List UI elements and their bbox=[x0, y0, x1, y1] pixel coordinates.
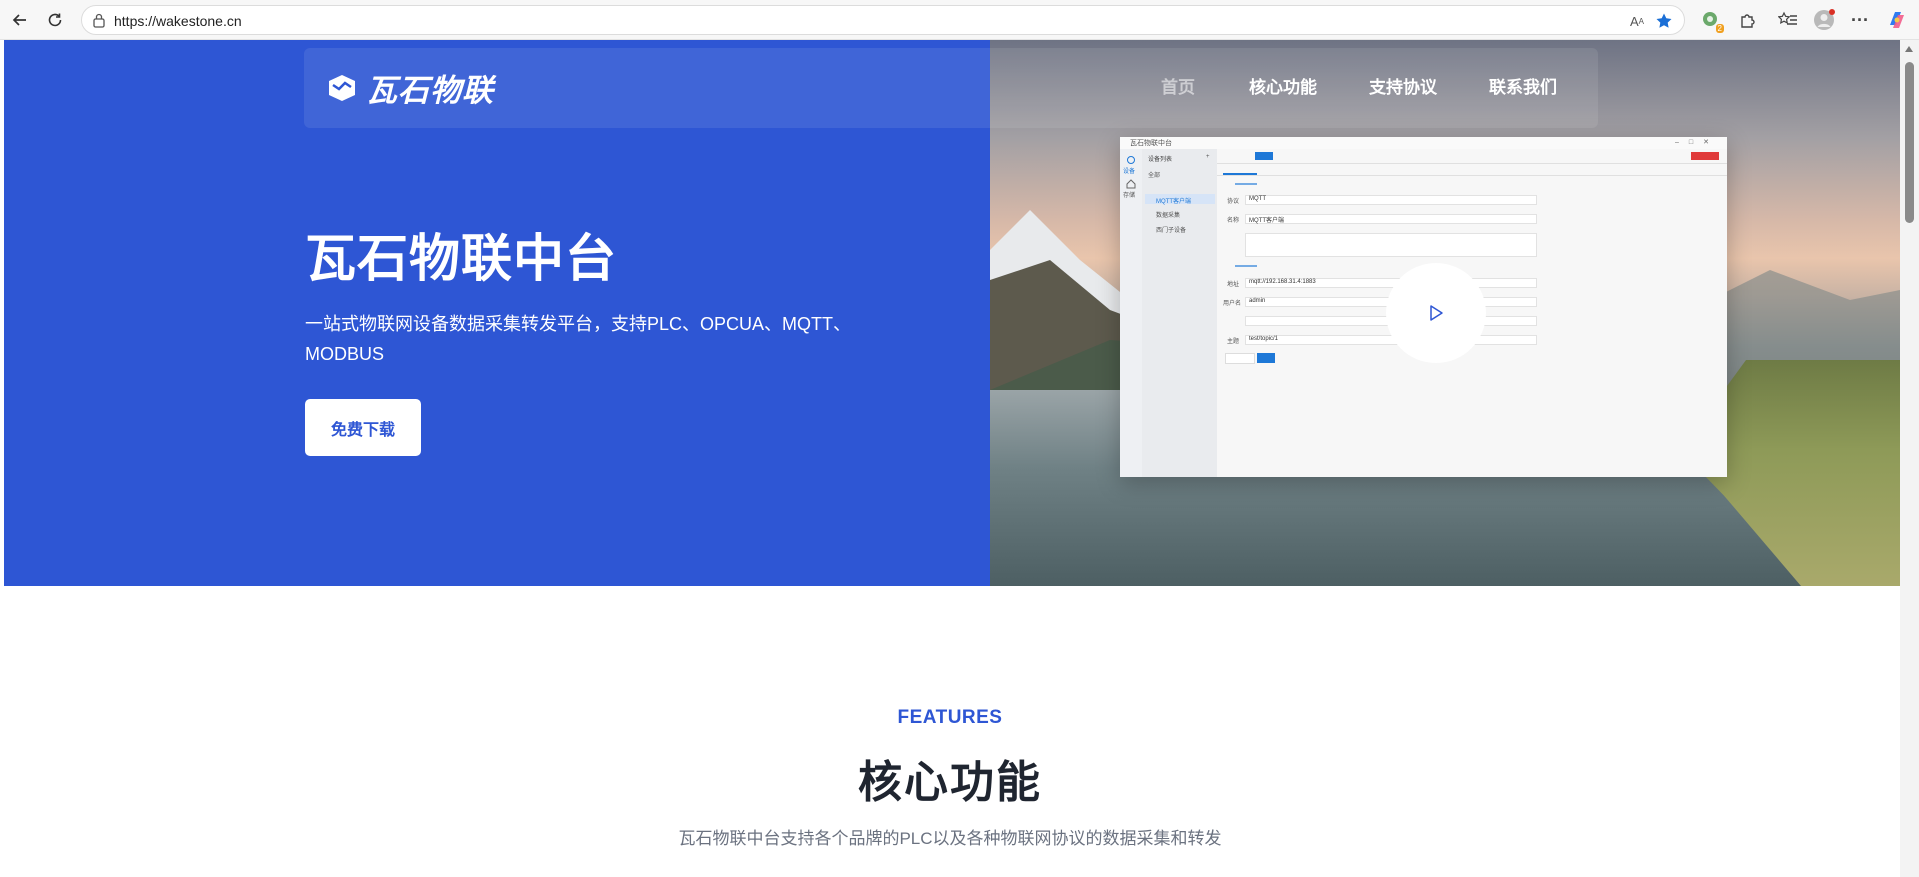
preview-field-label: 协议 bbox=[1227, 199, 1240, 205]
preview-rail: 设备 存储 bbox=[1120, 149, 1142, 477]
preview-rail-item: 存储 bbox=[1123, 193, 1136, 199]
preview-field-value: admin bbox=[1249, 298, 1266, 304]
preview-field-input bbox=[1245, 214, 1537, 224]
back-arrow-icon bbox=[12, 14, 26, 26]
favorite-star-icon[interactable] bbox=[1654, 11, 1674, 31]
features-tag: FEATURES bbox=[897, 707, 1003, 728]
favorites-list-icon[interactable] bbox=[1777, 9, 1799, 31]
hero-section: 瓦石物联中台 –□✕ 设备 存储 设备列表 + 全部 MQTT客户端 数据采集 … bbox=[4, 40, 1900, 586]
preview-red-button bbox=[1691, 152, 1719, 160]
extension-badge-icon[interactable]: 2 bbox=[1700, 9, 1724, 33]
preview-blue-button bbox=[1255, 152, 1273, 160]
preview-section-marker bbox=[1235, 183, 1257, 185]
scroll-up-arrow-icon[interactable] bbox=[1905, 46, 1913, 52]
hero-subtitle: 一站式物联网设备数据采集转发平台，支持PLC、OPCUA、MQTT、MODBUS bbox=[305, 314, 852, 364]
preview-field-label: 地址 bbox=[1227, 282, 1240, 288]
preview-tabs bbox=[1217, 163, 1727, 176]
preview-window-title: 瓦石物联中台 bbox=[1130, 140, 1172, 147]
nav-home[interactable]: 首页 bbox=[1161, 73, 1195, 98]
preview-sidebar-item: 数据采集 bbox=[1156, 213, 1181, 219]
preview-device-icon bbox=[1127, 156, 1135, 164]
preview-field-value: mqtt://192.168.31.4:1883 bbox=[1249, 279, 1316, 285]
preview-field-input bbox=[1245, 195, 1537, 205]
browser-toolbar: https://wakestone.cn AA 2 ··· bbox=[0, 0, 1919, 40]
preview-rail-item: 设备 bbox=[1123, 169, 1136, 175]
extensions-puzzle-icon[interactable] bbox=[1737, 9, 1759, 31]
preview-field-value: test/topic/1 bbox=[1249, 336, 1279, 342]
play-icon bbox=[1430, 305, 1443, 321]
logo-text: 瓦石物联 bbox=[366, 73, 494, 108]
hero-title: 瓦石物联中台 bbox=[305, 230, 618, 287]
nav-core-features[interactable]: 核心功能 bbox=[1249, 73, 1317, 98]
more-options-icon[interactable]: ··· bbox=[1849, 9, 1871, 31]
profile-avatar-icon[interactable] bbox=[1813, 9, 1835, 31]
preview-sidebar-item: MQTT客户端 bbox=[1156, 199, 1191, 205]
video-play-button[interactable] bbox=[1386, 263, 1486, 363]
preview-field-value: MQTT bbox=[1249, 196, 1266, 202]
logo-mark-icon bbox=[329, 74, 355, 101]
reload-button[interactable] bbox=[42, 7, 68, 33]
preview-save-button bbox=[1257, 353, 1275, 363]
nav-contact[interactable]: 联系我们 bbox=[1489, 73, 1557, 98]
page-scrollbar[interactable] bbox=[1900, 40, 1919, 877]
features-title: 核心功能 bbox=[858, 758, 1042, 807]
preview-sidebar: 设备列表 + 全部 MQTT客户端 数据采集 西门子设备 bbox=[1142, 149, 1218, 477]
extension-count-badge: 2 bbox=[1715, 24, 1724, 33]
free-download-button[interactable]: 免费下载 bbox=[305, 399, 421, 456]
preview-sidebar-item: 西门子设备 bbox=[1156, 228, 1187, 234]
preview-active-tab-underline bbox=[1223, 173, 1257, 175]
address-bar[interactable]: https://wakestone.cn AA bbox=[81, 5, 1685, 35]
preview-field-label: 用户名 bbox=[1223, 301, 1242, 307]
preview-window-controls: –□✕ bbox=[1675, 139, 1719, 146]
features-description: 瓦石物联中台支持各个品牌的PLC以及各种物联网协议的数据采集和转发 bbox=[678, 829, 1222, 848]
preview-field-label: 名称 bbox=[1227, 218, 1240, 224]
preview-field-value: MQTT客户端 bbox=[1249, 218, 1284, 224]
preview-textarea bbox=[1245, 233, 1537, 257]
page-viewport: 瓦石物联中台 –□✕ 设备 存储 设备列表 + 全部 MQTT客户端 数据采集 … bbox=[0, 40, 1900, 877]
preview-sidebar-item: 全部 bbox=[1148, 173, 1161, 179]
reload-icon bbox=[48, 13, 62, 27]
preview-section-marker bbox=[1235, 265, 1257, 267]
read-aloud-icon[interactable]: AA bbox=[1627, 11, 1647, 31]
nav-protocols[interactable]: 支持协议 bbox=[1369, 73, 1437, 98]
preview-field-label: 主题 bbox=[1227, 339, 1240, 345]
preview-top-bar bbox=[1217, 149, 1727, 164]
preview-add-icon: + bbox=[1206, 154, 1210, 160]
scroll-thumb[interactable] bbox=[1905, 62, 1914, 223]
preview-test-button bbox=[1225, 353, 1255, 364]
url-text[interactable]: https://wakestone.cn bbox=[114, 13, 242, 29]
preview-storage-icon bbox=[1126, 179, 1136, 189]
lock-icon bbox=[93, 13, 105, 28]
back-button[interactable] bbox=[7, 7, 33, 33]
preview-sidebar-item: 设备列表 bbox=[1148, 157, 1173, 163]
copilot-icon[interactable] bbox=[1886, 9, 1908, 31]
site-logo[interactable]: 瓦石物联 bbox=[326, 65, 494, 110]
